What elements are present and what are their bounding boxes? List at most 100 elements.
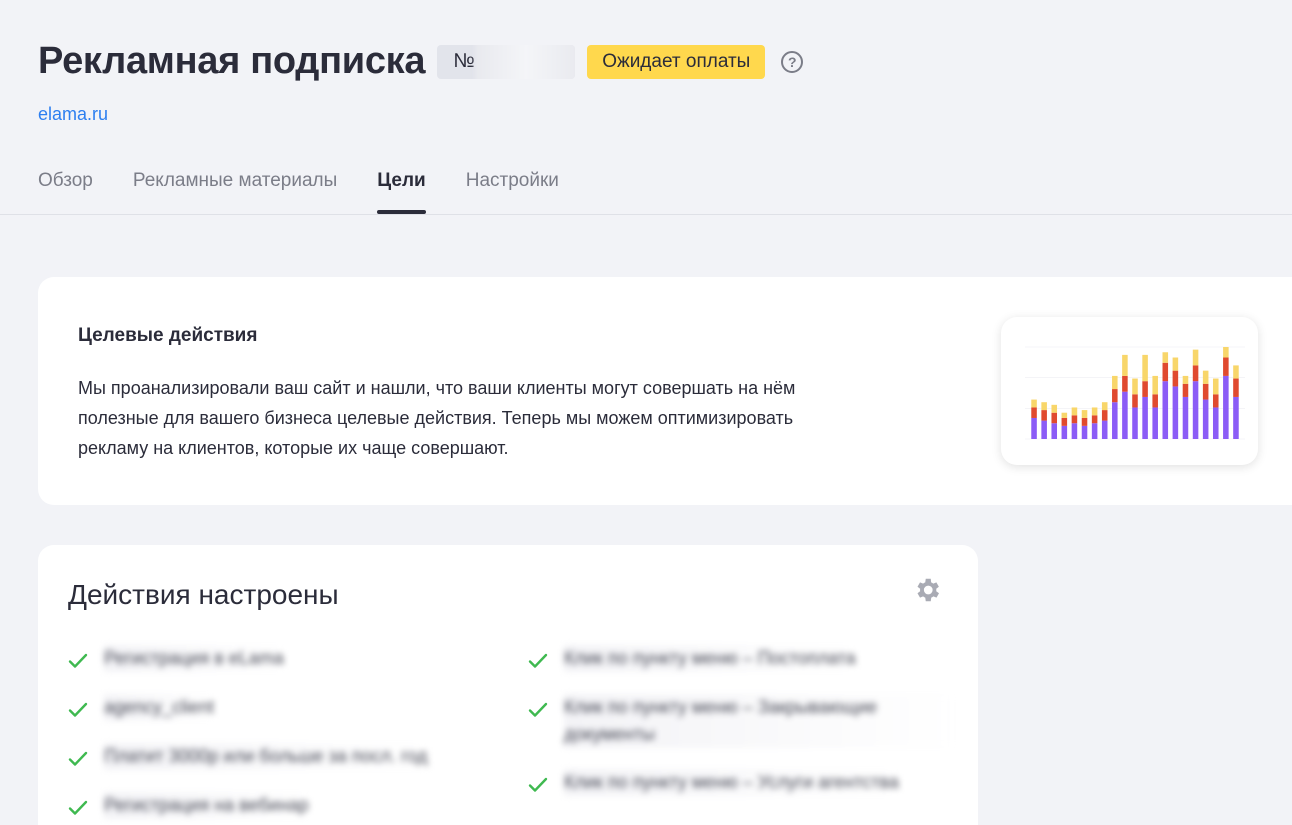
chart-bar-segment [1172, 357, 1179, 371]
list-item: Клик по пункту меню – Постоплата [526, 645, 956, 673]
goal-label: Клик по пункту меню – Постоплата [564, 645, 856, 672]
list-item: Регистрация на вебинар [66, 792, 476, 820]
chart-bar-segment [1132, 378, 1138, 395]
goal-label: Регистрация на вебинар [104, 792, 309, 819]
chart-bar-segment [1132, 407, 1138, 439]
chart-bar-segment [1101, 410, 1108, 421]
chart-bar-segment [1081, 425, 1088, 439]
chart-bar-segment [1202, 383, 1209, 400]
tab-settings[interactable]: Настройки [466, 170, 559, 212]
chart-bar-segment [1051, 423, 1058, 439]
chart-bar-segment [1061, 412, 1068, 418]
goal-label: Платит 3000р или больше за посл. год [104, 743, 428, 770]
help-icon[interactable]: ? [781, 50, 804, 73]
chart-bar-segment [1061, 417, 1068, 426]
tab-ad-materials[interactable]: Рекламные материалы [133, 170, 337, 212]
chart-bar-segment [1061, 425, 1068, 439]
goal-label: agency_client [104, 694, 215, 721]
goals-list-left: Регистрация в eLama agency_client Платит… [66, 645, 476, 825]
chart-bar-segment [1071, 415, 1078, 424]
list-item: Клик по пункту меню – Закрывающие докуме… [526, 694, 956, 748]
stacked-bar-chart [1025, 346, 1245, 440]
chart-bar-segment [1071, 423, 1078, 439]
chart-bar-segment [1182, 375, 1189, 384]
chart-bar-segment [1122, 375, 1128, 392]
target-actions-card: Целевые действия Мы проанализировали ваш… [38, 277, 1292, 505]
chart-bar-segment [1051, 404, 1058, 413]
chart-bar-segment [1162, 352, 1169, 363]
chart-bar-segment [1031, 407, 1037, 418]
goals-list-right: Клик по пункту меню – Постоплата Клик по… [526, 645, 956, 818]
chart-bar-segment [1112, 375, 1118, 390]
chart-bar-segment [1202, 370, 1209, 384]
chart-bar-segment [1192, 381, 1199, 439]
chart-bar-segment [1112, 402, 1118, 439]
chart-bar-segment [1031, 417, 1037, 439]
chart-bar-segment [1202, 399, 1209, 439]
chart-bar-segment [1112, 389, 1118, 403]
chart-bar-segment [1162, 381, 1169, 439]
chart-bar-segment [1091, 407, 1098, 416]
chart-bar-segment [1142, 381, 1148, 397]
chart-bar-segment [1152, 394, 1158, 408]
check-icon [528, 702, 548, 717]
check-icon [528, 653, 548, 668]
goals-title: Действия настроены [68, 579, 339, 610]
chart-bar-segment [1233, 378, 1239, 397]
check-icon [68, 702, 88, 717]
status-badge: Ожидает оплаты [587, 44, 766, 79]
chart-bar-segment [1142, 396, 1148, 439]
chart-bar-segment [1101, 420, 1108, 439]
goal-label: Регистрация в eLama [104, 645, 284, 672]
chart-bar-segment [1223, 357, 1229, 376]
chart-bar-segment [1233, 396, 1239, 439]
chart-bar-segment [1212, 394, 1219, 408]
goal-label: Клик по пункту меню – Закрывающие докуме… [564, 694, 956, 748]
chart-bar-segment [1142, 354, 1148, 382]
tabs-divider [0, 214, 1292, 215]
chart-bar-segment [1192, 349, 1199, 366]
tab-overview[interactable]: Обзор [38, 170, 93, 212]
list-item: Платит 3000р или больше за посл. год [66, 743, 476, 771]
chart-bar-segment [1041, 420, 1047, 439]
chart-bar-segment [1212, 407, 1219, 439]
chart-bar-segment [1233, 365, 1239, 379]
chart-bar-segment [1041, 402, 1047, 411]
check-icon [68, 800, 88, 815]
chart-bar-segment [1182, 396, 1189, 439]
list-item: Клик по пункту меню – Услуги агентства [526, 769, 956, 797]
page-title: Рекламная подписка [38, 40, 426, 82]
chart-bar-segment [1122, 391, 1128, 439]
chart-bar-segment [1223, 375, 1229, 439]
target-actions-title: Целевые действия [78, 325, 258, 346]
check-icon [68, 751, 88, 766]
site-link[interactable]: elama.ru [38, 104, 108, 125]
list-item: agency_client [66, 694, 476, 722]
chart-bar-segment [1071, 407, 1078, 416]
tab-goals[interactable]: Цели [377, 170, 427, 214]
chart-bar-segment [1172, 370, 1179, 387]
chart-bar-segment [1051, 412, 1058, 424]
goal-label: Клик по пункту меню – Услуги агентства [564, 769, 899, 796]
chart-bar-segment [1162, 362, 1169, 382]
chart-bar-segment [1122, 354, 1128, 376]
page-header: Рекламная подписка № Ожидает оплаты ? [38, 40, 804, 83]
target-actions-description: Мы проанализировали ваш сайт и нашли, чт… [78, 378, 796, 458]
chart-bar-segment [1152, 407, 1158, 439]
check-icon [68, 653, 88, 668]
chart-bar-segment [1182, 383, 1189, 397]
chart-bar-segment [1081, 410, 1088, 418]
chart-bar-segment [1223, 347, 1229, 358]
chart-bar-segment [1091, 415, 1098, 424]
list-item: Регистрация в eLama [66, 645, 476, 673]
chart-bar-segment [1192, 365, 1199, 382]
chart-thumbnail [1001, 317, 1258, 465]
number-redacted [475, 44, 576, 79]
chart-bar-segment [1091, 423, 1098, 439]
chart-bar-segment [1152, 375, 1158, 395]
chart-bar-segment [1031, 399, 1037, 408]
chart-bar-segment [1212, 378, 1219, 395]
chart-bar-segment [1172, 386, 1179, 439]
chart-bar-segment [1101, 402, 1108, 411]
gear-icon[interactable] [912, 575, 942, 605]
